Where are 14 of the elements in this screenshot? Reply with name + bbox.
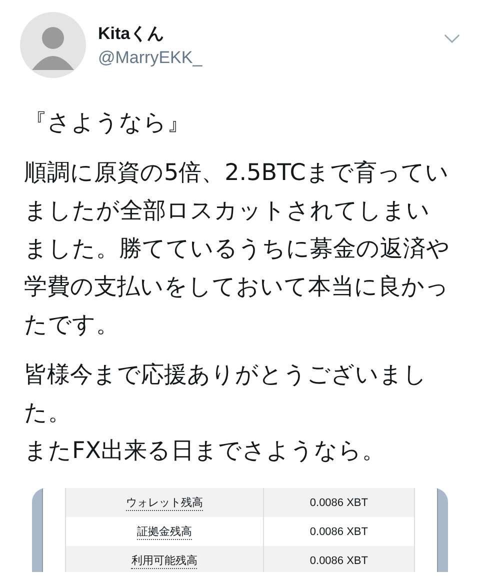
chevron-down-icon[interactable] — [444, 34, 460, 42]
author-name[interactable]: Kitaくん — [98, 22, 444, 45]
tweet-text: 『さようなら』 — [24, 109, 191, 138]
balance-label: 証拠金残高 — [136, 525, 192, 540]
balance-value: 0.0086 XBT — [263, 546, 414, 572]
tweet-text: 皆様今まで応援ありがとうございました。 — [24, 361, 428, 428]
balance-label: 利用可能残高 — [131, 554, 198, 569]
author-handle[interactable]: @MarryEKK_ — [98, 48, 444, 68]
tweet-text: 順調に原資の5倍、2.5BTCまで育っていましたが全部ロスカットされてしまいました。勝てているうちに募金の返済や学費の支払いをしておいて本当に良かったです。 — [24, 159, 450, 340]
avatar — [20, 12, 86, 78]
attached-image[interactable]: ウォレット残高 0.0086 XBT 証拠金残高 0.0086 XBT 利用可能残高 0.0086 XBT — [32, 488, 448, 572]
tweet-text: またFX出来る日までさようなら。 — [24, 437, 386, 466]
balance-label: ウォレット残高 — [126, 496, 203, 511]
balance-value: 0.0086 XBT — [263, 488, 414, 517]
